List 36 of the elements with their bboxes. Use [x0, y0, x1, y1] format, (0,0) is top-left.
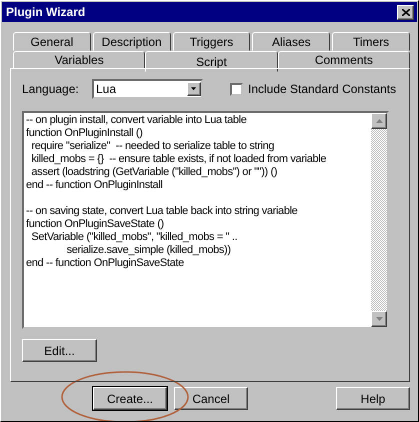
up-arrow-icon	[376, 119, 382, 123]
dialog-button[interactable]: Create...	[93, 387, 167, 410]
scroll-up-button[interactable]	[371, 113, 387, 129]
window-title: Plugin Wizard	[6, 5, 86, 19]
tab[interactable]: General	[13, 32, 91, 51]
code-line: -- on plugin install, convert variable into Lua table	[26, 114, 248, 127]
tab[interactable]: Comments	[278, 51, 410, 69]
code-line: -- on saving state, convert Lua table back into string variable	[26, 205, 298, 218]
scroll-down-button[interactable]	[371, 311, 387, 327]
code-line: killed_mobs = {} -- ensure table exists, if not loaded from variable	[30, 153, 328, 166]
code-line: end -- function OnPluginSaveState	[26, 257, 185, 270]
scrollbar[interactable]	[371, 113, 387, 327]
tab[interactable]: Script	[145, 51, 278, 72]
include-constants-checkbox[interactable]	[230, 82, 243, 96]
code-line: end -- function OnPluginInstall	[26, 179, 164, 192]
tab[interactable]: Description	[92, 32, 171, 51]
language-label: Language:	[22, 82, 80, 96]
code-line: assert (loadstring (GetVariable ("killed_mobs") or "")) ()	[30, 166, 278, 179]
code-line: function OnPluginInstall ()	[26, 127, 144, 140]
dialog-button[interactable]: Help	[336, 387, 410, 410]
language-dropdown[interactable]: Lua	[92, 79, 203, 99]
close-icon	[402, 8, 410, 16]
close-button[interactable]	[397, 4, 414, 20]
code-line: require "serialize" -- needed to serialize table to string	[30, 140, 276, 153]
edit-button[interactable]: Edit...	[22, 339, 97, 362]
code-line: SetVariable ("killed_mobs", "killed_mobs = " ..	[30, 231, 238, 244]
script-editor[interactable]	[22, 111, 389, 329]
tab[interactable]: Triggers	[172, 32, 250, 51]
down-arrow-icon	[376, 317, 382, 321]
code-line: function OnPluginSaveState ()	[26, 218, 165, 231]
tab[interactable]: Variables	[13, 51, 146, 69]
dialog-button[interactable]: Cancel	[174, 387, 248, 410]
code-line: serialize.save_simple (killed_mobs))	[66, 244, 232, 257]
tab[interactable]: Timers	[332, 32, 410, 51]
tab[interactable]: Aliases	[252, 32, 330, 51]
include-constants-label: Include Standard Constants	[248, 82, 396, 96]
